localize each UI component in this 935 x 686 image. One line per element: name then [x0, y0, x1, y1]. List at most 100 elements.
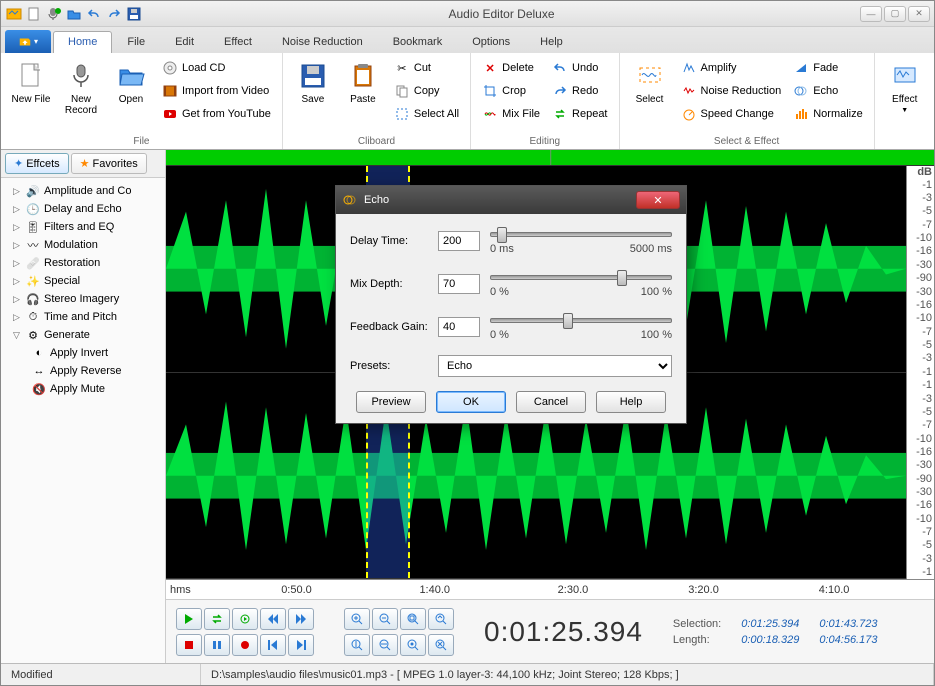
tree-sub-item[interactable]: ↔Apply Reverse: [3, 362, 163, 380]
select-all-button[interactable]: Select All: [389, 103, 464, 125]
zoom-sel-button[interactable]: [428, 608, 454, 630]
fade-button[interactable]: Fade: [788, 57, 868, 79]
speed-change-button[interactable]: Speed Change: [676, 103, 787, 125]
tab-options[interactable]: Options: [457, 31, 525, 53]
tree-item[interactable]: ▷🔊Amplitude and Co: [3, 182, 163, 200]
amplify-button[interactable]: Amplify: [676, 57, 787, 79]
time-ruler[interactable]: hms 0:50.0 1:40.0 2:30.0 3:20.0 4:10.0: [166, 579, 934, 599]
overview-ruler[interactable]: [166, 150, 934, 166]
sidebar: ✦Effcets ★Favorites ▷🔊Amplitude and Co ▷…: [1, 150, 166, 663]
zoom-v-in-button[interactable]: [344, 634, 370, 656]
tree-item[interactable]: ▷⏱Time and Pitch: [3, 308, 163, 326]
qat-app-icon[interactable]: [5, 5, 23, 23]
delay-time-slider[interactable]: [490, 226, 672, 242]
zoom-all-button[interactable]: [428, 634, 454, 656]
new-file-button[interactable]: New File: [7, 55, 55, 110]
qat-undo-icon[interactable]: [85, 5, 103, 23]
rewind-button[interactable]: [260, 608, 286, 630]
tree-sub-item[interactable]: 🔇Apply Mute: [3, 380, 163, 398]
goto-start-button[interactable]: [260, 634, 286, 656]
record-button[interactable]: [232, 634, 258, 656]
forward-button[interactable]: [288, 608, 314, 630]
noise-reduction-button[interactable]: Noise Reduction: [676, 80, 787, 102]
open-button[interactable]: Open: [107, 55, 155, 110]
app-menu-button[interactable]: ▾: [5, 30, 51, 53]
cancel-button[interactable]: Cancel: [516, 391, 586, 413]
tab-file[interactable]: File: [112, 31, 160, 53]
loop-button[interactable]: [204, 608, 230, 630]
effects-tree: ▷🔊Amplitude and Co ▷🕒Delay and Echo ▷🎚Fi…: [1, 178, 165, 663]
qat-new-icon[interactable]: [25, 5, 43, 23]
qat-redo-icon[interactable]: [105, 5, 123, 23]
play-selection-button[interactable]: [232, 608, 258, 630]
mix-file-button[interactable]: Mix File: [477, 103, 545, 125]
dialog-titlebar[interactable]: Echo ✕: [336, 186, 686, 214]
stop-button[interactable]: [176, 634, 202, 656]
close-button[interactable]: ✕: [908, 6, 930, 22]
presets-select[interactable]: Echo: [438, 355, 672, 377]
tree-item[interactable]: ▷〰Modulation: [3, 236, 163, 254]
amplify-icon: [681, 60, 697, 76]
preview-button[interactable]: Preview: [356, 391, 426, 413]
tree-item[interactable]: ▷✨Special: [3, 272, 163, 290]
zoom-in-button[interactable]: [344, 608, 370, 630]
tab-bookmark[interactable]: Bookmark: [378, 31, 458, 53]
tab-home[interactable]: Home: [53, 31, 112, 53]
goto-end-button[interactable]: [288, 634, 314, 656]
tab-effect[interactable]: Effect: [209, 31, 267, 53]
repeat-button[interactable]: Repeat: [547, 103, 612, 125]
paste-button[interactable]: Paste: [339, 55, 387, 110]
youtube-icon: [162, 106, 178, 122]
scissors-icon: ✂: [394, 60, 410, 76]
crop-button[interactable]: Crop: [477, 80, 545, 102]
dialog-close-button[interactable]: ✕: [636, 191, 680, 209]
minimize-button[interactable]: —: [860, 6, 882, 22]
load-cd-button[interactable]: Load CD: [157, 57, 276, 79]
effect-dropdown-button[interactable]: Effect▼: [881, 55, 929, 120]
qat-open-icon[interactable]: [65, 5, 83, 23]
zoom-fit-button[interactable]: [400, 608, 426, 630]
zoom-out-button[interactable]: [372, 608, 398, 630]
help-button[interactable]: Help: [596, 391, 666, 413]
ok-button[interactable]: OK: [436, 391, 506, 413]
sidebar-tab-favorites[interactable]: ★Favorites: [71, 153, 147, 174]
tree-item[interactable]: ▷🎚Filters and EQ: [3, 218, 163, 236]
zoom-v-out-button[interactable]: [372, 634, 398, 656]
maximize-button[interactable]: ▢: [884, 6, 906, 22]
noise-icon: [681, 83, 697, 99]
delay-time-input[interactable]: [438, 231, 480, 251]
tab-help[interactable]: Help: [525, 31, 578, 53]
tree-item[interactable]: ▷🕒Delay and Echo: [3, 200, 163, 218]
new-record-button[interactable]: New Record: [57, 55, 105, 121]
tab-noise-reduction[interactable]: Noise Reduction: [267, 31, 378, 53]
tree-item[interactable]: ▽⚙Generate: [3, 326, 163, 344]
tab-edit[interactable]: Edit: [160, 31, 209, 53]
copy-button[interactable]: Copy: [389, 80, 464, 102]
zoom-reset-button[interactable]: [400, 634, 426, 656]
echo-button[interactable]: Echo: [788, 80, 868, 102]
cut-button[interactable]: ✂Cut: [389, 57, 464, 79]
save-button[interactable]: Save: [289, 55, 337, 110]
tree-sub-item[interactable]: ◐Apply Invert: [3, 344, 163, 362]
category-icon: 🕒: [25, 201, 41, 217]
feedback-gain-input[interactable]: [438, 317, 480, 337]
redo-button[interactable]: Redo: [547, 80, 612, 102]
tree-item[interactable]: ▷🎧Stereo Imagery: [3, 290, 163, 308]
select-button[interactable]: Select: [626, 55, 674, 110]
tree-item[interactable]: ▷🩹Restoration: [3, 254, 163, 272]
feedback-gain-slider[interactable]: [490, 312, 672, 328]
sidebar-tab-effects[interactable]: ✦Effcets: [5, 153, 69, 174]
delete-button[interactable]: ✕Delete: [477, 57, 545, 79]
undo-button[interactable]: Undo: [547, 57, 612, 79]
import-video-button[interactable]: Import from Video: [157, 80, 276, 102]
normalize-button[interactable]: Normalize: [788, 103, 868, 125]
pause-button[interactable]: [204, 634, 230, 656]
get-youtube-button[interactable]: Get from YouTube: [157, 103, 276, 125]
mix-depth-slider[interactable]: [490, 269, 672, 285]
qat-record-icon[interactable]: [45, 5, 63, 23]
play-button[interactable]: [176, 608, 202, 630]
mix-depth-input[interactable]: [438, 274, 480, 294]
mix-icon: [482, 106, 498, 122]
qat-save-icon[interactable]: [125, 5, 143, 23]
fade-icon: [793, 60, 809, 76]
